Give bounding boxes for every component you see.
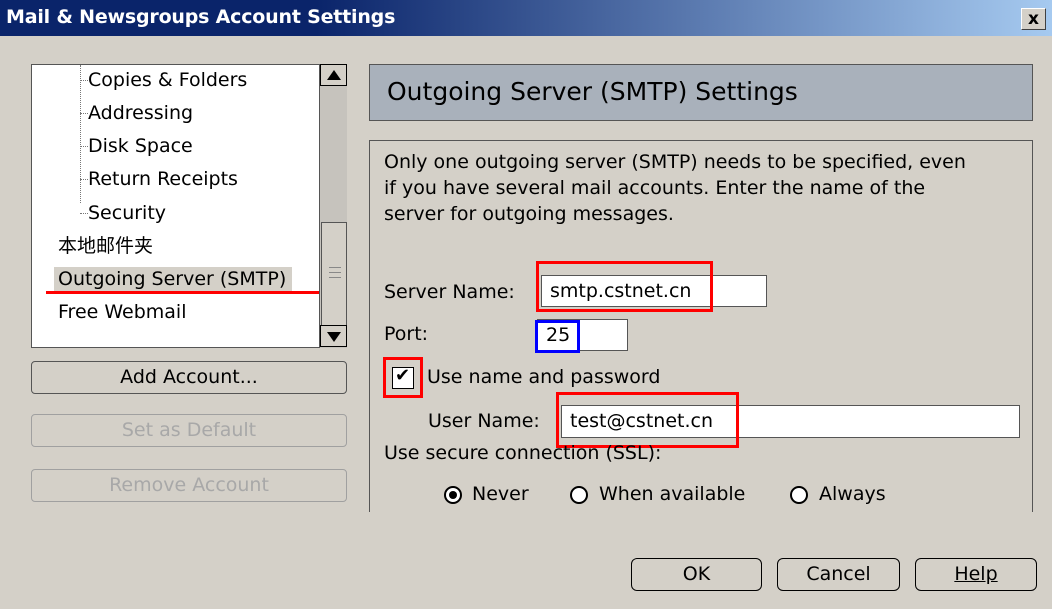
- set-default-button[interactable]: Set as Default: [31, 414, 347, 447]
- tree-item-outgoing-server[interactable]: Outgoing Server (SMTP): [54, 267, 293, 291]
- use-name-password-label: Use name and password: [427, 366, 661, 388]
- checkbox-highlight: [383, 357, 423, 398]
- tree-item-free-webmail[interactable]: Free Webmail: [58, 300, 187, 324]
- tree-item-return-receipts[interactable]: Return Receipts: [88, 167, 238, 191]
- ok-button[interactable]: OK: [631, 558, 762, 591]
- radio-dot-icon: [449, 491, 457, 499]
- port-highlight: [535, 320, 580, 353]
- cancel-button[interactable]: Cancel: [777, 558, 900, 591]
- scroll-up-button[interactable]: [320, 64, 347, 86]
- description-line-3: server for outgoing messages.: [384, 203, 674, 225]
- tree-item-disk-space[interactable]: Disk Space: [88, 134, 193, 158]
- description-line-2: if you have several mail accounts. Enter…: [384, 177, 926, 199]
- ssl-never-label: Never: [472, 483, 529, 505]
- tree-item-security[interactable]: Security: [88, 201, 166, 225]
- scroll-down-arrow-icon: [327, 332, 341, 342]
- ssl-when-available-label: When available: [599, 483, 746, 505]
- settings-content: Only one outgoing server (SMTP) needs to…: [369, 140, 1033, 512]
- description-line-1: Only one outgoing server (SMTP) needs to…: [384, 151, 966, 173]
- server-name-label: Server Name:: [384, 281, 515, 303]
- scroll-up-arrow-icon: [327, 70, 341, 80]
- ssl-label: Use secure connection (SSL):: [384, 442, 662, 464]
- window-title: Mail & Newsgroups Account Settings: [6, 6, 396, 28]
- account-tree[interactable]: Copies & Folders Addressing Disk Space R…: [31, 64, 347, 348]
- help-button[interactable]: Help: [915, 558, 1037, 591]
- ssl-never-radio[interactable]: [444, 486, 462, 504]
- user-name-label: User Name:: [428, 410, 540, 432]
- scroll-thumb[interactable]: [321, 222, 347, 326]
- scroll-down-button[interactable]: [320, 325, 347, 347]
- close-icon: x: [1028, 9, 1039, 29]
- tree-item-local-folders[interactable]: 本地邮件夹: [58, 234, 153, 258]
- title-bar: Mail & Newsgroups Account Settings x: [0, 0, 1052, 36]
- port-label: Port:: [384, 323, 429, 345]
- add-account-button[interactable]: Add Account...: [31, 361, 347, 394]
- panel-title: Outgoing Server (SMTP) Settings: [387, 77, 798, 106]
- ssl-when-available-radio[interactable]: [570, 486, 588, 504]
- remove-account-button[interactable]: Remove Account: [31, 469, 347, 502]
- tree-item-addressing[interactable]: Addressing: [88, 101, 193, 125]
- tree-scrollbar[interactable]: [319, 64, 347, 348]
- close-button[interactable]: x: [1021, 8, 1046, 30]
- selection-underline: [46, 291, 326, 294]
- server-name-highlight: [536, 261, 713, 312]
- tree-item-copies-folders[interactable]: Copies & Folders: [88, 68, 247, 92]
- panel-header: Outgoing Server (SMTP) Settings: [369, 64, 1033, 121]
- user-name-highlight: [556, 392, 739, 448]
- ssl-always-radio[interactable]: [790, 486, 808, 504]
- ssl-always-label: Always: [819, 483, 886, 505]
